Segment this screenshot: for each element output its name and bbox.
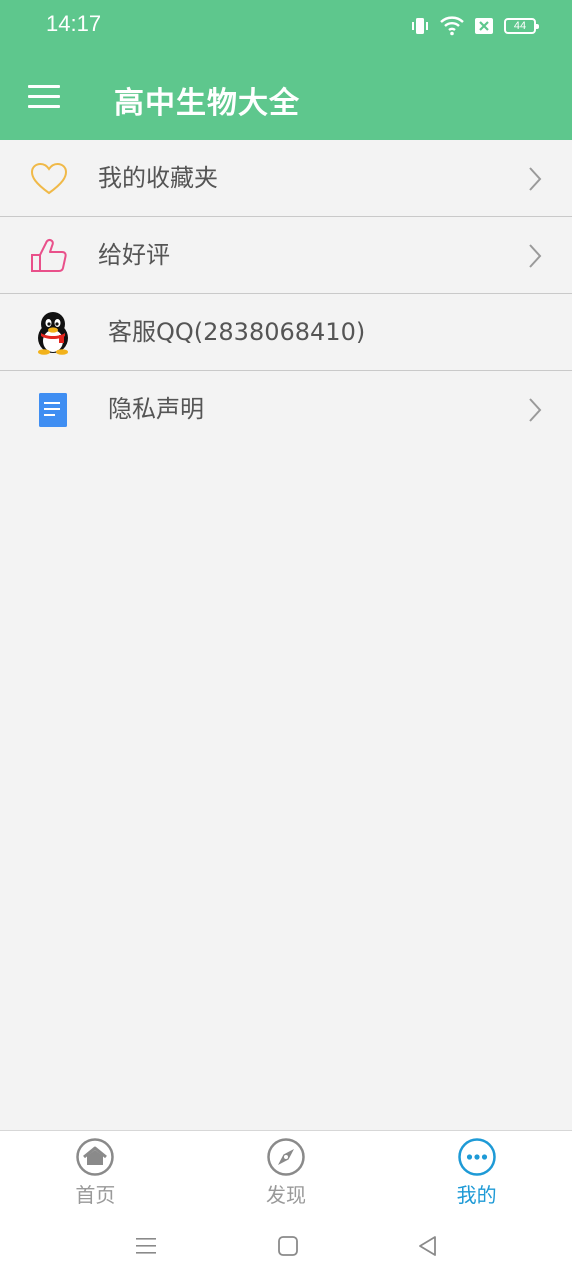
settings-menu-list: 我的收藏夹 给好评 客服QQ(2838068410) 隐私声明 bbox=[0, 140, 572, 447]
menu-item-rate[interactable]: 给好评 bbox=[0, 217, 572, 294]
battery-level: 44 bbox=[513, 19, 527, 32]
more-dots-icon bbox=[457, 1138, 496, 1176]
menu-item-favorites[interactable]: 我的收藏夹 bbox=[0, 140, 572, 217]
compass-icon bbox=[267, 1138, 305, 1176]
chevron-right-icon bbox=[529, 244, 542, 268]
toolbar: 高中生物大全 bbox=[0, 52, 572, 140]
tab-label: 发现 bbox=[266, 1183, 306, 1207]
menu-item-label: 我的收藏夹 bbox=[98, 164, 218, 192]
battery-icon: 44 bbox=[504, 18, 539, 34]
document-icon bbox=[32, 389, 74, 431]
tab-label: 我的 bbox=[456, 1183, 497, 1207]
qq-penguin-icon bbox=[32, 312, 74, 355]
menu-item-privacy[interactable]: 隐私声明 bbox=[0, 371, 572, 447]
thumbs-up-icon bbox=[28, 235, 70, 277]
system-navigation-bar bbox=[0, 1214, 572, 1280]
status-icons: 44 bbox=[410, 13, 539, 39]
hamburger-menu-button[interactable] bbox=[22, 74, 66, 118]
wifi-icon bbox=[440, 16, 464, 36]
chevron-right-icon bbox=[529, 398, 542, 422]
recent-apps-icon[interactable] bbox=[134, 1234, 158, 1258]
home-button-icon[interactable] bbox=[276, 1234, 300, 1258]
tab-discover[interactable]: 发现 bbox=[191, 1131, 382, 1214]
bottom-tab-bar: 首页 发现 我的 bbox=[0, 1130, 572, 1214]
menu-item-label: 隐私声明 bbox=[108, 395, 204, 423]
back-button-icon[interactable] bbox=[416, 1234, 440, 1258]
hamburger-menu-icon-bar bbox=[28, 84, 60, 88]
sim-blocked-icon bbox=[475, 18, 493, 34]
menu-item-customer-service-qq[interactable]: 客服QQ(2838068410) bbox=[0, 294, 572, 371]
vibrate-icon bbox=[412, 18, 428, 34]
menu-item-label: 给好评 bbox=[98, 241, 170, 269]
menu-item-label: 客服QQ(2838068410) bbox=[108, 318, 366, 346]
tab-mine[interactable]: 我的 bbox=[381, 1131, 572, 1214]
app-header: 14:17 44 高中生物大全 bbox=[0, 0, 572, 140]
status-time: 14:17 bbox=[46, 11, 102, 36]
chevron-right-icon bbox=[529, 167, 542, 191]
heart-icon bbox=[28, 158, 70, 200]
tab-home[interactable]: 首页 bbox=[0, 1131, 191, 1214]
status-bar: 14:17 44 bbox=[0, 0, 572, 52]
app-title: 高中生物大全 bbox=[114, 86, 300, 121]
hamburger-menu-icon-bar bbox=[28, 94, 60, 98]
hamburger-menu-icon-bar bbox=[28, 104, 60, 108]
tab-label: 首页 bbox=[75, 1183, 116, 1207]
home-icon bbox=[76, 1138, 115, 1176]
